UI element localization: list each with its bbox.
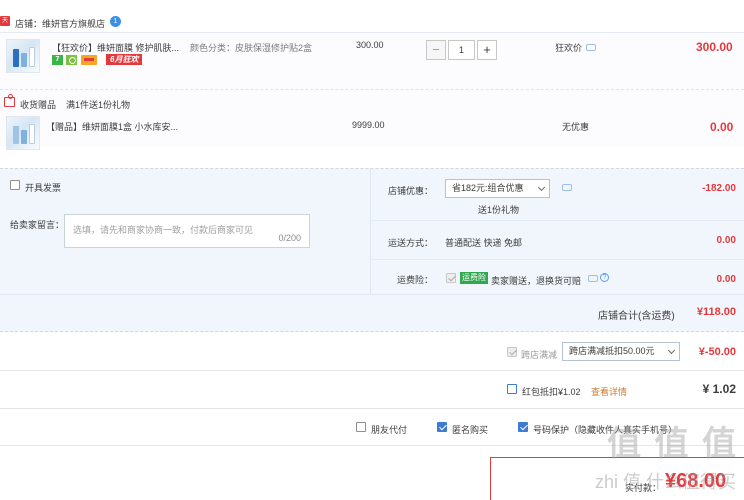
shipping-value: 普通配送 快递 免邮 <box>445 238 523 248</box>
decrease-button[interactable]: − <box>426 40 446 60</box>
insurance-label: 运费险： <box>397 275 434 285</box>
gift-thumbnail[interactable] <box>6 116 40 150</box>
red-packet-details-link[interactable]: 查看详情 <box>591 385 627 398</box>
product-image-shape <box>13 49 19 67</box>
shop-header: 天猫 店铺：维妍官方旗舰店 1 <box>0 10 744 34</box>
red-packet-amount: ¥ 1.02 <box>702 382 736 396</box>
quantity-stepper: − 1 + <box>426 40 498 60</box>
tmall-badge-icon: 天猫 <box>0 16 10 34</box>
number-protect-checkbox[interactable] <box>518 422 528 432</box>
red-packet-checkbox[interactable] <box>507 384 517 394</box>
divider <box>0 370 744 371</box>
chevron-down-icon <box>537 183 546 192</box>
cross-store-select-value: 跨店满减抵扣50.00元 <box>569 346 655 356</box>
friend-pay-label: 朋友代付 <box>371 425 408 435</box>
divider <box>370 168 371 294</box>
invoice-checkbox[interactable] <box>10 180 20 190</box>
seven-day-return-icon: 7 <box>52 55 63 65</box>
quality-badge-icon <box>66 55 77 65</box>
cross-store-amount: ¥-50.00 <box>698 346 736 358</box>
message-char-count: 0/200 <box>278 233 301 243</box>
help-icon[interactable]: ? <box>600 273 609 282</box>
cross-store-label: 跨店满减 <box>521 350 558 360</box>
gift-total: 0.00 <box>710 120 734 134</box>
message-placeholder: 选填，请先和商家协商一致，付款后商家可见 <box>73 225 254 235</box>
shipping-label: 运送方式： <box>388 238 434 248</box>
gift-unit-price: 9999.00 <box>352 120 385 130</box>
product-image-shape <box>29 124 35 144</box>
gift-icon <box>4 94 15 107</box>
shop-discount-select[interactable]: 省182元:组合优惠 <box>445 179 550 198</box>
message-textarea[interactable]: 选填，请先和商家协商一致，付款后商家可见 0/200 <box>64 214 310 248</box>
invoice-label: 开具发票 <box>25 183 62 193</box>
friend-pay-checkbox[interactable] <box>356 422 366 432</box>
increase-button[interactable]: + <box>477 40 497 60</box>
cross-store-checkbox[interactable] <box>507 347 517 357</box>
product-thumbnail[interactable] <box>6 39 40 73</box>
divider <box>371 259 744 260</box>
message-label: 给卖家留言： <box>10 220 65 230</box>
credit-card-icon <box>81 55 97 65</box>
insurance-amount: 0.00 <box>716 274 736 285</box>
quantity-input[interactable]: 1 <box>448 40 475 60</box>
shop-discount-gift: 送1份礼物 <box>478 205 520 215</box>
insurance-badge: 运费险 <box>460 272 488 284</box>
item-sku: 颜色分类：皮肤保湿修护贴2盒 <box>190 43 313 53</box>
anonymous-checkbox[interactable] <box>437 422 447 432</box>
shop-discount-amount: -182.00 <box>702 183 736 194</box>
unit-price: 300.00 <box>356 40 384 50</box>
watermark-site: zhi 值 什么值得买 <box>595 472 737 492</box>
shop-discount-label: 店铺优惠： <box>388 186 434 196</box>
gift-note: 满1件送1份礼物 <box>66 100 131 110</box>
gift-item-title[interactable]: 【赠品】维妍面膜1盒 小水库安... <box>46 120 178 133</box>
watermark-logo: 值 值 值 <box>607 425 738 463</box>
item-title[interactable]: 【狂欢价】维妍面膜 修护肌肤... <box>52 41 179 54</box>
comment-icon[interactable] <box>562 184 572 191</box>
shop-name[interactable]: 店铺：维妍官方旗舰店 <box>15 17 105 30</box>
product-image-shape <box>29 47 35 67</box>
gift-label: 收货赠品 <box>20 100 57 110</box>
anonymous-label: 匿名购买 <box>452 425 489 435</box>
promo-label: 狂欢价 <box>555 43 583 53</box>
sale-tag: 6月狂欢 <box>106 54 143 65</box>
insurance-checkbox[interactable] <box>446 273 456 283</box>
divider <box>371 220 744 221</box>
shipping-amount: 0.00 <box>716 235 736 246</box>
item-total: 300.00 <box>696 40 733 54</box>
product-image-shape <box>13 126 19 144</box>
subtotal-value: ¥118.00 <box>696 306 736 318</box>
insurance-value: 卖家赠送，退换货可赔 <box>491 276 582 286</box>
product-image-shape <box>21 130 27 144</box>
gift-promo-label: 无优惠 <box>562 122 590 132</box>
divider <box>0 408 744 409</box>
comment-icon[interactable] <box>586 44 596 51</box>
comment-icon[interactable] <box>588 275 598 282</box>
product-image-shape <box>21 53 27 67</box>
red-packet-label: 红包抵扣¥1.02 <box>522 387 581 397</box>
shop-discount-value: 省182元:组合优惠 <box>452 183 524 193</box>
wangwang-chat-icon[interactable]: 1 <box>110 16 121 27</box>
